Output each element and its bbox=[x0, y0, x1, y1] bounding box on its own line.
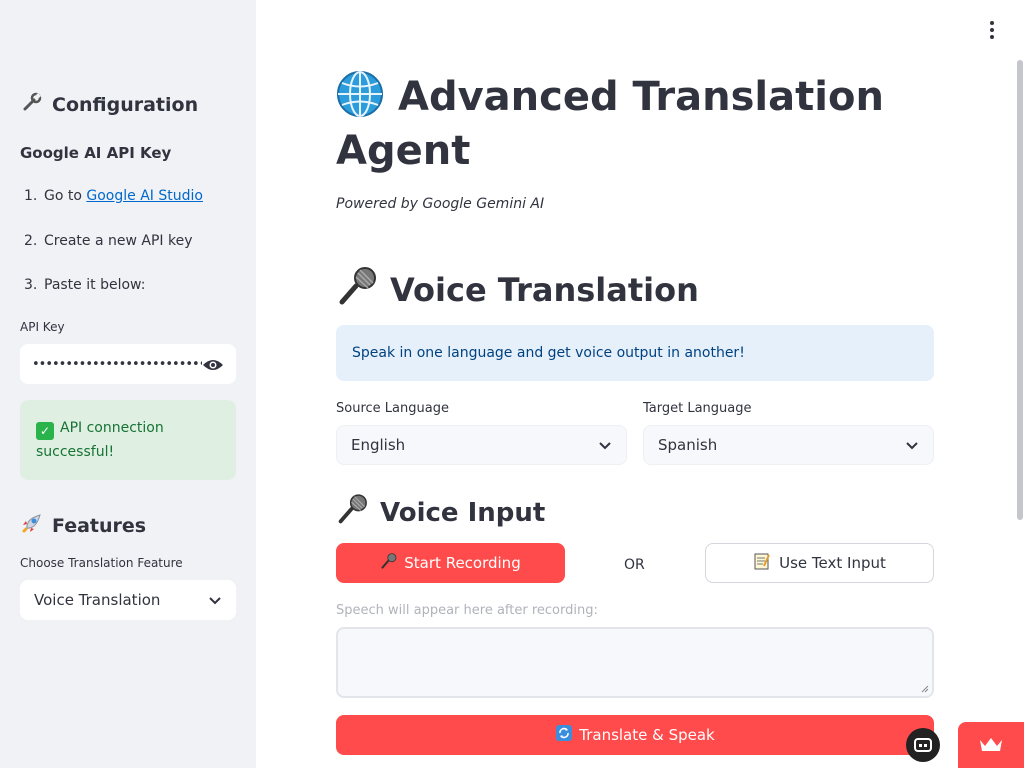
resize-handle-icon[interactable] bbox=[921, 685, 929, 693]
feature-select-value: Voice Translation bbox=[34, 591, 161, 609]
api-key-input[interactable]: •••••••••••••••••••••••••••••••• bbox=[20, 344, 236, 384]
target-language-select[interactable]: Spanish bbox=[643, 425, 934, 465]
feature-select[interactable]: Voice Translation bbox=[20, 580, 236, 620]
wrench-icon bbox=[20, 91, 44, 118]
configuration-title: Configuration bbox=[52, 93, 199, 116]
or-separator: OR bbox=[624, 557, 645, 573]
api-key-label: API Key bbox=[20, 320, 65, 334]
speech-hint: Speech will appear here after recording: bbox=[336, 603, 598, 618]
bot-avatar-icon[interactable] bbox=[906, 728, 940, 762]
voice-translation-heading: Voice Translation bbox=[336, 264, 699, 316]
step-1: 1. Go to Google AI Studio bbox=[24, 188, 203, 204]
sidebar: Configuration Google AI API Key 1. Go to … bbox=[0, 0, 256, 768]
google-ai-studio-link[interactable]: Google AI Studio bbox=[86, 188, 203, 204]
microphone-icon bbox=[380, 552, 398, 574]
chevron-down-icon bbox=[905, 438, 919, 452]
target-language-value: Spanish bbox=[658, 436, 718, 454]
check-icon: ✓ bbox=[36, 422, 54, 440]
source-language-label: Source Language bbox=[336, 401, 449, 416]
step-3: 3. Paste it below: bbox=[24, 277, 146, 293]
translate-speak-button[interactable]: Translate & Speak bbox=[336, 715, 934, 755]
title-text: Advanced Translation Agent bbox=[336, 74, 884, 174]
chevron-down-icon bbox=[208, 593, 222, 607]
use-text-input-label: Use Text Input bbox=[779, 554, 886, 572]
chevron-down-icon bbox=[598, 438, 612, 452]
success-alert: ✓ API connection successful! bbox=[20, 400, 236, 480]
subtitle: Powered by Google Gemini AI bbox=[336, 196, 545, 212]
refresh-icon bbox=[555, 724, 573, 746]
voice-input-heading: Voice Input bbox=[336, 492, 545, 533]
api-key-value: •••••••••••••••••••••••••••••••• bbox=[32, 356, 202, 372]
microphone-icon bbox=[336, 264, 380, 316]
features-title: Features bbox=[52, 514, 147, 537]
info-text: Speak in one language and get voice outp… bbox=[352, 345, 745, 361]
configuration-heading: Configuration bbox=[20, 91, 198, 118]
feature-select-label: Choose Translation Feature bbox=[20, 556, 183, 570]
features-heading: Features bbox=[20, 511, 146, 540]
eye-icon[interactable] bbox=[202, 357, 224, 371]
info-alert: Speak in one language and get voice outp… bbox=[336, 325, 934, 381]
success-message: API connection successful! bbox=[36, 420, 164, 460]
translate-speak-label: Translate & Speak bbox=[579, 726, 715, 744]
target-language-label: Target Language bbox=[643, 401, 752, 416]
start-recording-button[interactable]: Start Recording bbox=[336, 543, 565, 583]
start-recording-label: Start Recording bbox=[404, 554, 521, 572]
use-text-input-button[interactable]: Use Text Input bbox=[705, 543, 934, 583]
speech-textarea[interactable] bbox=[336, 627, 934, 698]
section-title: Voice Translation bbox=[390, 271, 699, 309]
crown-icon[interactable] bbox=[958, 722, 1024, 768]
rocket-icon bbox=[20, 511, 44, 540]
memo-icon bbox=[753, 552, 771, 574]
source-language-select[interactable]: English bbox=[336, 425, 627, 465]
globe-icon bbox=[336, 70, 384, 118]
step-2: 2. Create a new API key bbox=[24, 233, 193, 249]
voice-input-title: Voice Input bbox=[380, 497, 546, 528]
page-title: Advanced Translation Agent bbox=[336, 70, 936, 178]
api-section-title: Google AI API Key bbox=[20, 144, 172, 162]
microphone-icon bbox=[336, 492, 370, 533]
scrollbar[interactable] bbox=[1017, 60, 1023, 520]
source-language-value: English bbox=[351, 436, 406, 454]
main-menu-icon[interactable] bbox=[984, 20, 1000, 40]
